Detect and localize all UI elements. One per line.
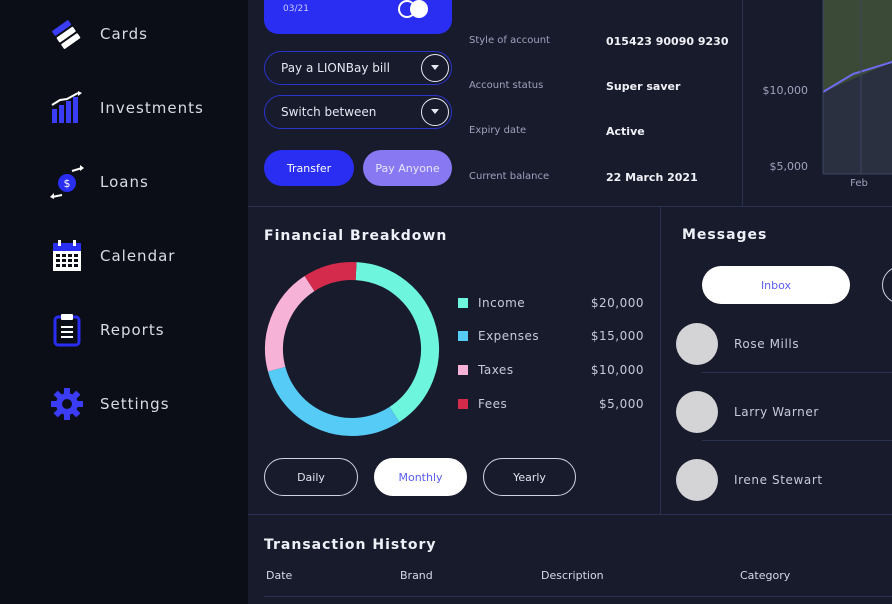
switch-between-select[interactable]: Switch between: [264, 95, 452, 129]
avatar: [676, 459, 718, 501]
legend-name: Taxes: [478, 363, 514, 377]
sidebar-item-settings[interactable]: Settings: [50, 384, 170, 424]
x-tick-label: Feb: [850, 178, 868, 189]
column-header-description[interactable]: Description: [541, 569, 604, 582]
breakdown-donut-chart: [265, 262, 439, 436]
divider: [702, 372, 892, 373]
account-label: Expiry date: [469, 125, 527, 136]
divider: [264, 596, 892, 597]
column-header-brand[interactable]: Brand: [400, 569, 433, 582]
messages-title: Messages: [682, 227, 768, 243]
account-value: 015423 90090 9230: [606, 35, 729, 48]
card-expiry: 03/21: [283, 4, 309, 14]
divider: [248, 206, 892, 207]
avatar: [676, 323, 718, 365]
switch-between-label: Switch between: [281, 105, 377, 119]
period-yearly-button[interactable]: Yearly: [483, 458, 576, 496]
sidebar-item-cards[interactable]: Cards: [50, 14, 148, 54]
legend-item-taxes: Taxes $10,000: [458, 362, 644, 378]
pay-anyone-button[interactable]: Pay Anyone: [363, 150, 452, 186]
sidebar-item-label: Loans: [100, 173, 149, 191]
loans-icon: $: [50, 164, 84, 200]
sidebar: Cards Investments $ Loans Calendar Repor…: [0, 0, 248, 604]
legend-name: Expenses: [478, 329, 540, 343]
y-tick-label: $10,000: [763, 84, 809, 97]
period-monthly-button[interactable]: Monthly: [374, 458, 467, 496]
column-header-date[interactable]: Date: [266, 569, 292, 582]
legend-item-expenses: Expenses $15,000: [458, 328, 644, 344]
sidebar-item-label: Calendar: [100, 247, 176, 265]
contact-name: Irene Stewart: [734, 473, 823, 487]
transactions-title: Transaction History: [264, 537, 437, 553]
transfer-button[interactable]: Transfer: [264, 150, 354, 186]
divider: [248, 514, 892, 515]
account-value: Super saver: [606, 80, 681, 93]
donut-slice-expenses: [267, 366, 400, 436]
legend-swatch: [458, 298, 468, 308]
y-tick-label: $5,000: [770, 160, 809, 173]
pay-bill-label: Pay a LIONBay bill: [281, 61, 390, 75]
card-brand-icon: [398, 0, 438, 18]
sidebar-item-loans[interactable]: $ Loans: [50, 162, 149, 202]
sidebar-item-label: Reports: [100, 321, 165, 339]
period-daily-button[interactable]: Daily: [264, 458, 358, 496]
legend-item-income: Income $20,000: [458, 295, 644, 311]
legend-item-fees: Fees $5,000: [458, 396, 644, 412]
legend-value: $15,000: [590, 329, 644, 343]
divider: [702, 440, 892, 441]
balance-chart: $10,000 $5,000 Feb: [763, 0, 892, 189]
legend-swatch: [458, 331, 468, 341]
sidebar-item-label: Investments: [100, 99, 204, 117]
divider: [660, 206, 661, 514]
legend-value: $20,000: [590, 296, 644, 310]
account-label: Account status: [469, 80, 544, 91]
svg-text:$: $: [64, 177, 71, 190]
message-item[interactable]: Larry Warner: [676, 390, 892, 434]
chevron-down-icon[interactable]: [421, 54, 449, 82]
tab-inbox[interactable]: Inbox: [702, 266, 850, 304]
legend-value: $5,000: [599, 397, 644, 411]
contact-name: Larry Warner: [734, 405, 819, 419]
settings-icon: [50, 386, 84, 422]
donut-slice-income: [355, 262, 439, 422]
account-label: Style of account: [469, 35, 550, 46]
message-item[interactable]: Rose Mills: [676, 322, 892, 366]
legend-swatch: [458, 399, 468, 409]
account-value: 22 March 2021: [606, 171, 698, 184]
contact-name: Rose Mills: [734, 337, 800, 351]
account-value: Active: [606, 125, 645, 138]
column-header-category[interactable]: Category: [740, 569, 790, 582]
cards-icon: [50, 16, 84, 52]
pay-bill-select[interactable]: Pay a LIONBay bill: [264, 51, 452, 85]
legend-value: $10,000: [590, 363, 644, 377]
breakdown-title: Financial Breakdown: [264, 228, 448, 244]
account-label: Current balance: [469, 171, 550, 182]
legend-swatch: [458, 365, 468, 375]
message-item[interactable]: Irene Stewart: [676, 458, 892, 502]
sidebar-item-label: Settings: [100, 395, 170, 413]
sidebar-item-investments[interactable]: Investments: [50, 88, 204, 128]
calendar-icon: [50, 238, 84, 274]
sidebar-item-calendar[interactable]: Calendar: [50, 236, 175, 276]
donut-slice-fees: [304, 262, 357, 292]
sidebar-item-reports[interactable]: Reports: [50, 310, 165, 350]
investments-icon: [50, 90, 84, 126]
donut-slice-taxes: [265, 276, 315, 372]
legend-name: Income: [478, 296, 526, 310]
reports-icon: [50, 312, 84, 348]
chevron-down-icon[interactable]: [421, 98, 449, 126]
legend-name: Fees: [478, 397, 508, 411]
sidebar-item-label: Cards: [100, 25, 148, 43]
avatar: [676, 391, 718, 433]
